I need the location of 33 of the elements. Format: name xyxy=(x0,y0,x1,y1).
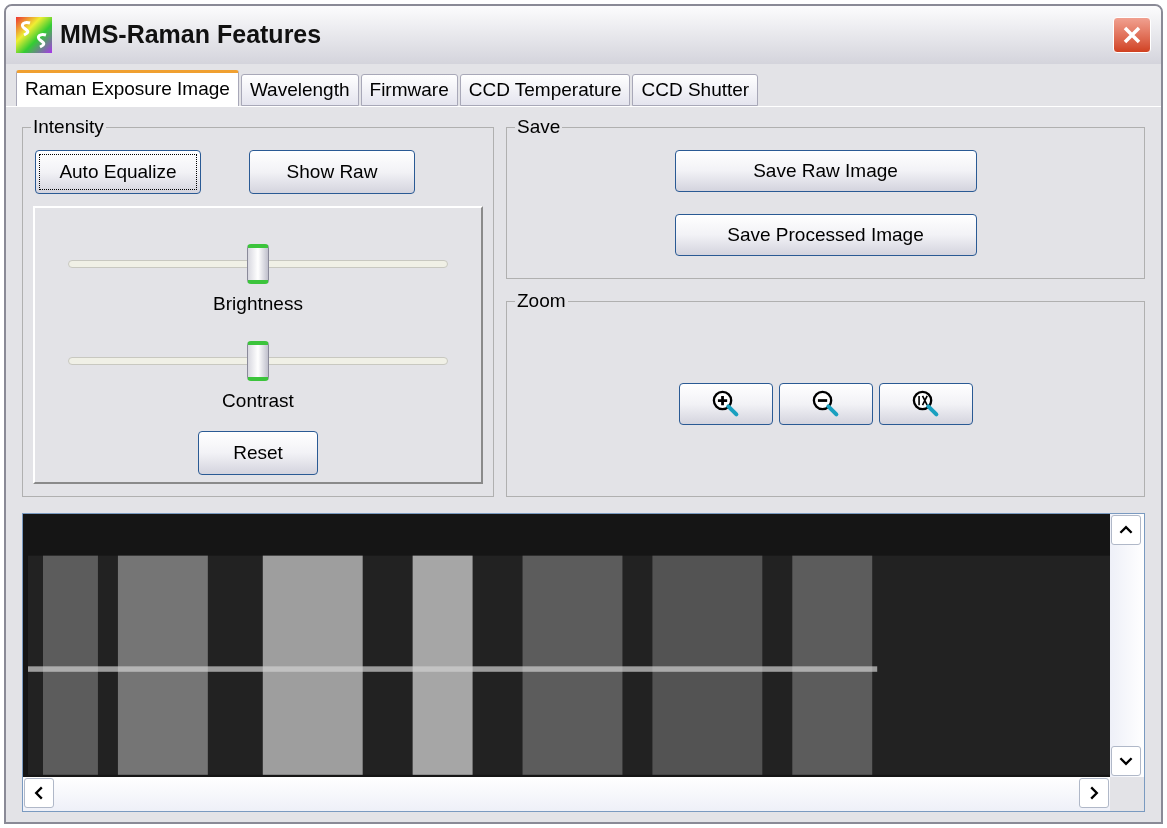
intensity-button[interactable]: Show Raw xyxy=(249,150,415,194)
vertical-scrollbar[interactable] xyxy=(1110,514,1144,777)
close-button[interactable] xyxy=(1113,17,1151,53)
zoom-reset-icon xyxy=(910,389,941,419)
slider[interactable] xyxy=(68,244,448,284)
slider-thumb[interactable] xyxy=(247,244,269,284)
tab[interactable]: Raman Exposure Image xyxy=(16,70,239,106)
scrollbar-corner xyxy=(1110,777,1144,811)
zoom-button[interactable] xyxy=(878,383,973,425)
zoom-out-icon xyxy=(810,389,841,419)
save-button[interactable]: Save Processed Image xyxy=(674,214,977,256)
tab[interactable]: Firmware xyxy=(360,74,458,106)
slider-label: Contrast xyxy=(222,388,294,413)
close-icon xyxy=(1122,25,1142,45)
reset-button[interactable]: Reset xyxy=(198,431,318,475)
tab[interactable]: CCD Shutter xyxy=(632,74,759,106)
scroll-right-icon[interactable] xyxy=(1079,778,1109,808)
save-button[interactable]: Save Raw Image xyxy=(674,150,977,192)
app-logo-icon xyxy=(16,17,52,53)
zoom-button[interactable] xyxy=(678,383,773,425)
scroll-left-icon[interactable] xyxy=(24,778,54,808)
zoom-button[interactable] xyxy=(778,383,873,425)
slider-label: Brightness xyxy=(213,292,303,316)
tab[interactable]: Wavelength xyxy=(240,74,359,106)
slider-thumb[interactable] xyxy=(247,340,269,381)
tab[interactable]: CCD Temperature xyxy=(459,74,631,106)
horizontal-scrollbar[interactable] xyxy=(23,777,1110,811)
scroll-down-icon[interactable] xyxy=(1111,746,1141,776)
slider[interactable] xyxy=(68,340,448,381)
window-title: MMS-Raman Features xyxy=(60,19,323,51)
scroll-up-icon[interactable] xyxy=(1111,515,1141,545)
zoom-in-icon xyxy=(710,389,741,419)
intensity-button[interactable]: Auto Equalize xyxy=(35,150,201,194)
